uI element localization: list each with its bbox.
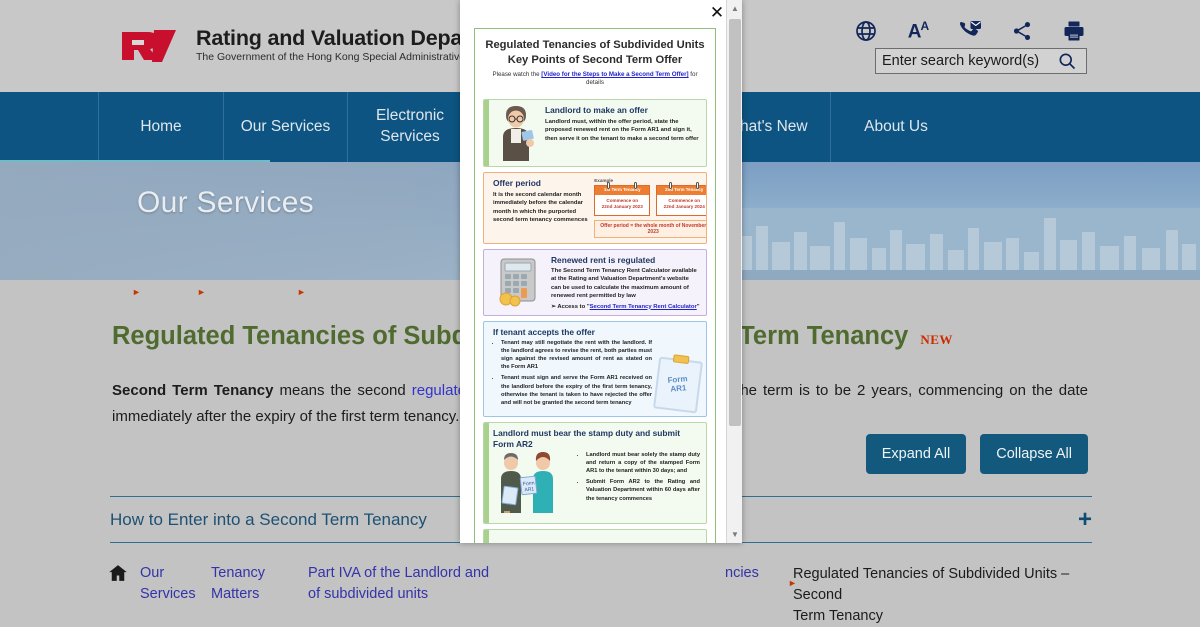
breadcrumb-separator: ► (197, 287, 206, 297)
landlord-with-form-illustration (493, 105, 539, 162)
banner-title: Our Services (137, 186, 314, 219)
scrollbar-thumb[interactable] (729, 19, 741, 426)
form-ar1-clipboard: Form AR1 (652, 354, 704, 414)
link-suffix: " (696, 303, 700, 310)
card-title: Offer period (493, 178, 541, 189)
new-badge: NEW (920, 332, 953, 347)
breadcrumb-line-2: Matters (211, 586, 260, 603)
breadcrumb-line-2: Services (140, 586, 196, 603)
calendar-line-1: Commence on (606, 198, 639, 204)
search-input[interactable] (876, 50, 1052, 72)
accordion-expand-icon[interactable]: + (1078, 507, 1092, 532)
search-box[interactable] (875, 48, 1087, 74)
nav-item-home[interactable]: Home (98, 92, 224, 162)
calendar-illustration: Example 1st Term Tenancy Commence on 22n… (594, 178, 706, 238)
poster-card-offer-period: Offer period It is the second calendar m… (483, 172, 707, 244)
poster-title-line-1: Regulated Tenancies of Subdivided Units (485, 39, 705, 51)
offer-period-note: Offer period = the whole month of Novemb… (594, 219, 706, 238)
calendar-second-term: 2nd Term Tenancy Commence on 22nd Januar… (656, 182, 706, 216)
breadcrumb-line-1: Our (140, 565, 165, 581)
breadcrumb-item-part-iva[interactable]: Part IVA of the Landlord and of subdivid… (308, 563, 638, 605)
breadcrumb-separator: ► (132, 287, 141, 297)
svg-text:AR1: AR1 (524, 486, 535, 493)
poster-card-stamp-duty: Landlord must bear the stamp duty and su… (483, 422, 707, 525)
card-description: It is the second calendar month immediat… (493, 191, 588, 223)
card-link-row: ➢ Access to "Second Term Tenancy Rent Ca… (551, 304, 700, 310)
poster-header: Regulated Tenancies of Subdivided Units … (475, 29, 715, 95)
share-icon[interactable] (1009, 18, 1035, 44)
calendar-line-2: 22nd January 2024 (663, 204, 705, 210)
breadcrumb-line-1: Regulated Tenancies of Subdivided Units … (793, 566, 1070, 604)
breadcrumb-line-2: of subdivided units (308, 586, 429, 603)
poster-card-tenant-accepts: If tenant accepts the offer Tenant may s… (483, 320, 707, 418)
card-title: If tenant accepts the offer (493, 326, 595, 337)
card-description: The Second Term Tenancy Rent Calculator … (551, 268, 697, 300)
search-icon[interactable] (1052, 49, 1082, 73)
calendar-line-1: Commence on (668, 198, 701, 204)
calendar-first-term: 1st Term Tenancy Commence on 22nd Januar… (594, 182, 651, 216)
breadcrumb-item-our-services[interactable]: Our Services (140, 563, 200, 605)
home-icon[interactable] (108, 563, 128, 583)
breadcrumb-partial-text: ncies (725, 565, 759, 581)
header-icon-row: AA (853, 18, 1087, 44)
nav-item-our-services[interactable]: Our Services (224, 92, 348, 162)
breadcrumb-line-1: Tenancy (211, 565, 266, 581)
poster-subtitle: Please watch the [Video for the Steps to… (483, 71, 707, 87)
paragraph-lead-term: Second Term Tenancy (112, 382, 274, 399)
card-bullet: Tenant must sign and serve the Form AR1 … (501, 374, 652, 406)
modal-scrollbar[interactable]: ▲ ▼ (726, 0, 742, 543)
font-size-icon[interactable]: AA (905, 18, 931, 44)
poster-card-renewed-rent: Renewed rent is regulated The Second Ter… (483, 248, 707, 316)
card-title: Landlord must bear the stamp duty and su… (493, 428, 681, 449)
card-bullet: Tenant may still negotiate the rent with… (501, 339, 652, 371)
print-icon[interactable] (1061, 18, 1087, 44)
breadcrumb-item-current: Regulated Tenancies of Subdivided Units … (793, 564, 1093, 627)
card-bullet: Submit Form AR2 to the Rating and Valuat… (586, 478, 700, 502)
breadcrumb-item-tenancy-matters[interactable]: Tenancy Matters (211, 563, 291, 605)
card-description: Landlord must, within the offer period, … (545, 118, 699, 142)
header-utilities: AA (856, 0, 1200, 92)
breadcrumb-line-1: Part IVA of the Landlord and (308, 565, 490, 581)
card-bullet-list: Landlord must bear solely the stamp duty… (578, 451, 700, 506)
banner-skyline-image (730, 208, 1200, 280)
form-label-line-2: AR1 (669, 383, 687, 394)
scroll-up-arrow[interactable]: ▲ (727, 0, 743, 17)
calendar-line-2: 22nd January 2023 (601, 204, 643, 210)
card-bullet-list: Tenant may still negotiate the rent with… (493, 339, 652, 410)
hands-holding-form-ar1-illustration: Form AR1 (652, 339, 704, 414)
poster-graphic: Regulated Tenancies of Subdivided Units … (474, 28, 716, 543)
poster-card-partial-next (483, 529, 707, 543)
modal-scroll-content: Regulated Tenancies of Subdivided Units … (460, 0, 726, 543)
poster-video-link[interactable]: [Video for the Steps to Make a Second Te… (541, 71, 688, 78)
nav-item-electronic-services[interactable]: Electronic Services (348, 92, 473, 162)
card-title: Landlord to make an offer (545, 105, 648, 116)
poster-title-line-2: Key Points of Second Term Offer (507, 54, 683, 67)
link-prefix: ➢ Access to " (551, 303, 590, 310)
poster-modal: ✕ Regulated Tenancies of Subdivided Unit… (460, 0, 742, 543)
rv-logo-icon (118, 26, 182, 66)
globe-icon[interactable] (853, 18, 879, 44)
nav-item-about-us[interactable]: About Us (831, 92, 961, 162)
breadcrumb-separator: ► (297, 287, 306, 297)
contact-icon[interactable] (957, 18, 983, 44)
breadcrumb-item-regulated-tenancies[interactable]: ncies (725, 563, 759, 584)
accordion-item-label: How to Enter into a Second Term Tenancy (110, 509, 427, 529)
landlord-tenant-forms-illustration: Form AR1 (493, 451, 573, 518)
card-title: Renewed rent is regulated (551, 254, 656, 265)
poster-subtitle-prefix: Please watch the (492, 71, 542, 79)
poster-card-landlord-offer: Landlord to make an offer Landlord must,… (483, 99, 707, 168)
expand-collapse-buttons: Expand All Collapse All (865, 434, 1088, 474)
collapse-all-button[interactable]: Collapse All (980, 434, 1088, 474)
card-bullet: Landlord must bear solely the stamp duty… (586, 451, 700, 475)
expand-all-button[interactable]: Expand All (865, 434, 967, 474)
rent-calculator-link[interactable]: Second Term Tenancy Rent Calculator (590, 304, 697, 310)
paragraph-text-1: means the second (273, 382, 412, 399)
breadcrumb-line-2: Term Tenancy (793, 608, 883, 625)
scroll-down-arrow[interactable]: ▼ (727, 526, 743, 543)
calculator-coins-illustration (493, 255, 545, 307)
